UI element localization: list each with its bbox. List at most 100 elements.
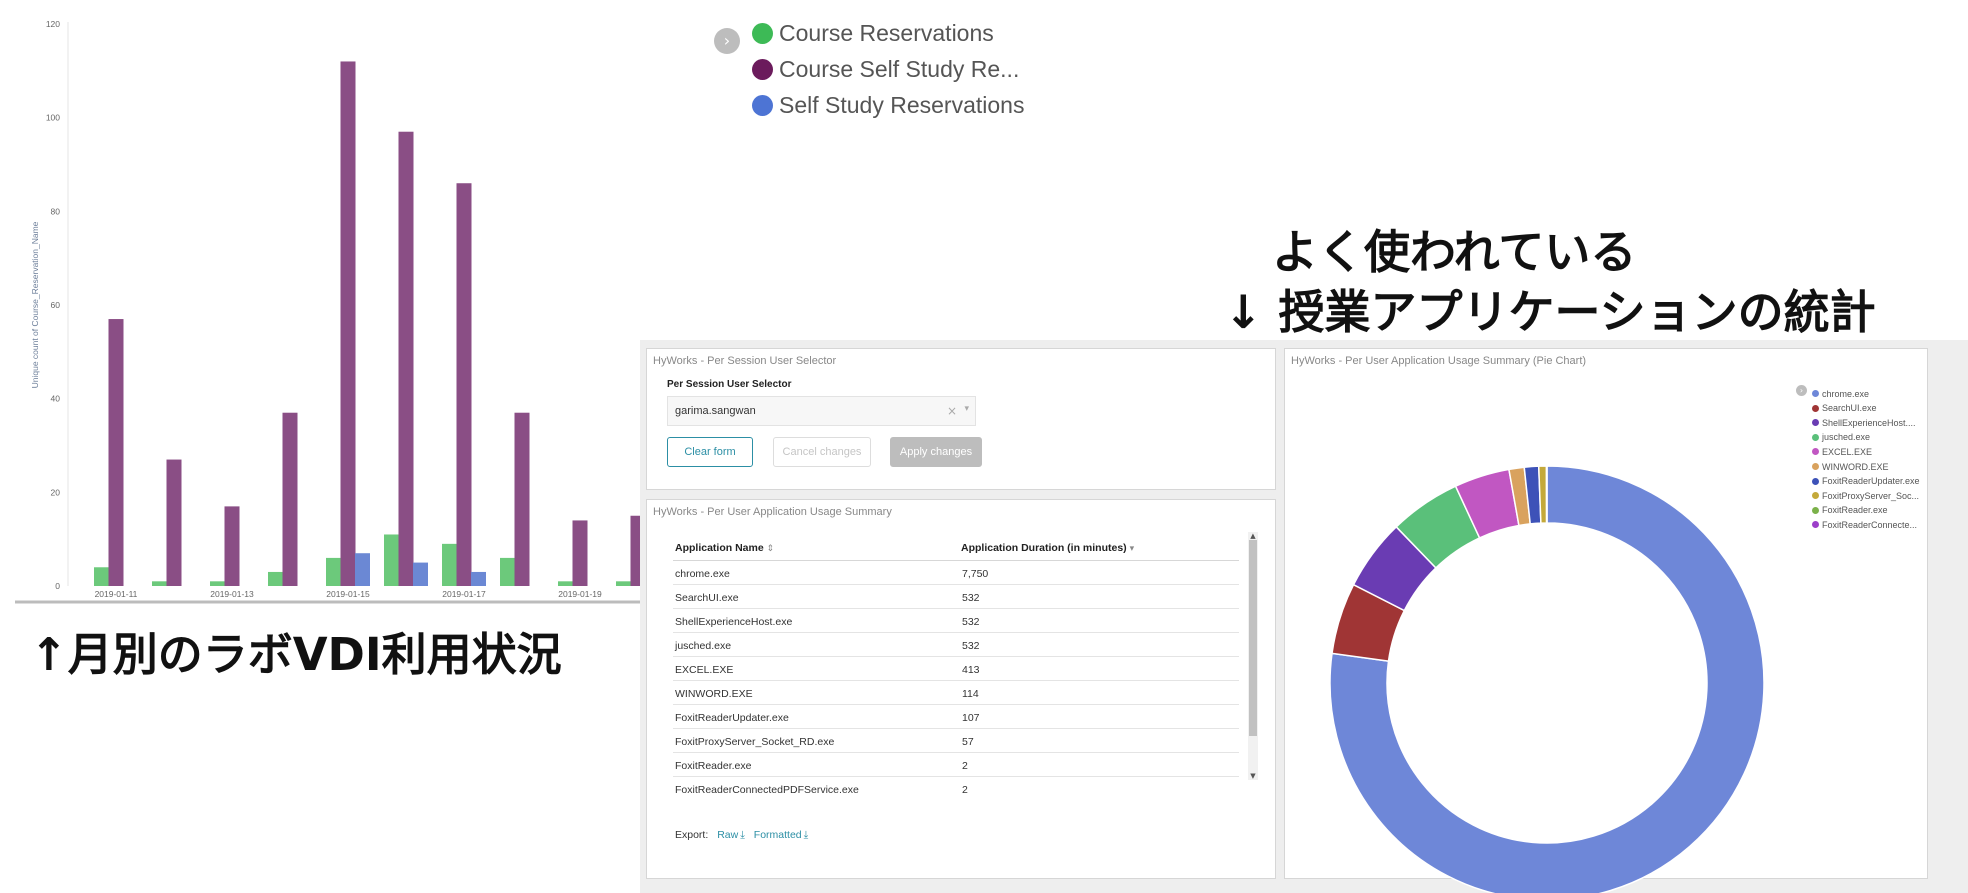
legend-item-course-self-study[interactable]: Course Self Study Re... bbox=[752, 56, 1019, 90]
bar-2019-01-20-series-0[interactable] bbox=[616, 581, 631, 586]
legend-dot bbox=[1812, 521, 1819, 529]
pie-legend-item[interactable]: EXCEL.EXE bbox=[1812, 441, 1872, 457]
table-row[interactable]: SearchUI.exe 532 bbox=[673, 585, 1239, 609]
legend-dot bbox=[1812, 492, 1819, 500]
pie-legend-label: FoxitReaderConnecte... bbox=[1822, 519, 1918, 530]
table-row[interactable]: FoxitProxyServer_Socket_RD.exe 57 bbox=[673, 729, 1239, 753]
app-name-cell: ShellExperienceHost.exe bbox=[675, 616, 793, 628]
bar-2019-01-12-series-0[interactable] bbox=[152, 581, 167, 586]
bar-2019-01-17-series-1[interactable] bbox=[456, 183, 472, 586]
scrollbar-thumb[interactable] bbox=[1249, 540, 1257, 736]
bar-2019-01-18-series-1[interactable] bbox=[514, 412, 530, 586]
pie-legend-item[interactable]: FoxitReaderUpdater.exe bbox=[1812, 471, 1920, 486]
bar-2019-01-16-series-1[interactable] bbox=[398, 131, 414, 586]
legend-toggle-icon[interactable]: › bbox=[1796, 385, 1807, 396]
table-row[interactable]: WINWORD.EXE 114 bbox=[673, 681, 1239, 705]
x-tick-label: 2019-01-15 bbox=[326, 589, 370, 599]
bar-2019-01-15-series-1[interactable] bbox=[340, 61, 356, 586]
legend-item-course-reservations[interactable]: Course Reservations bbox=[752, 20, 994, 54]
y-tick-label: 60 bbox=[51, 300, 61, 310]
panel-title: HyWorks - Per User Application Usage Sum… bbox=[1291, 355, 1587, 367]
pie-legend-item[interactable]: FoxitReader.exe bbox=[1812, 500, 1888, 515]
panel-title: HyWorks - Per User Application Usage Sum… bbox=[653, 506, 892, 518]
bar-2019-01-17-series-0[interactable] bbox=[442, 543, 457, 586]
app-name-cell: WINWORD.EXE bbox=[675, 688, 753, 700]
legend-dot bbox=[752, 23, 773, 44]
table-row[interactable]: chrome.exe 7,750 bbox=[673, 561, 1239, 585]
pie-legend-item[interactable]: chrome.exe bbox=[1812, 383, 1869, 399]
bar-2019-01-19-series-0[interactable] bbox=[558, 581, 573, 586]
column-header-label: Application Name bbox=[675, 542, 764, 554]
legend-dot bbox=[1812, 404, 1819, 412]
x-tick-label: 2019-01-19 bbox=[558, 589, 602, 599]
legend-item-self-study[interactable]: Self Study Reservations bbox=[752, 92, 1024, 126]
download-icon: ⤓ bbox=[803, 829, 809, 841]
sort-icon[interactable]: ⇕ bbox=[767, 543, 775, 553]
app-name-cell: FoxitProxyServer_Socket_RD.exe bbox=[675, 736, 835, 748]
bar-2019-01-14-series-1[interactable] bbox=[282, 412, 298, 586]
legend-dot bbox=[1812, 390, 1819, 397]
user-select-dropdown[interactable]: garima.sangwan × ▾ bbox=[667, 396, 976, 426]
column-header-application-name[interactable]: Application Name ⇕ bbox=[675, 542, 774, 554]
bar-2019-01-13-series-1[interactable] bbox=[224, 506, 240, 586]
app-duration-cell: 532 bbox=[962, 640, 980, 652]
bar-2019-01-16-series-0[interactable] bbox=[384, 534, 399, 586]
table-row[interactable]: jusched.exe 532 bbox=[673, 633, 1239, 657]
bar-2019-01-16-series-2[interactable] bbox=[413, 562, 428, 586]
bar-2019-01-11-series-0[interactable] bbox=[94, 567, 109, 586]
pie-legend-item[interactable]: ShellExperienceHost.... bbox=[1812, 412, 1916, 428]
table-row[interactable]: ShellExperienceHost.exe 532 bbox=[673, 609, 1239, 633]
bar-2019-01-19-series-1[interactable] bbox=[572, 520, 588, 586]
legend-dot bbox=[752, 95, 773, 116]
pie-legend-item[interactable]: jusched.exe bbox=[1812, 427, 1870, 442]
x-tick-label: 2019-01-17 bbox=[442, 589, 486, 599]
apply-changes-button[interactable]: Apply changes bbox=[890, 437, 982, 467]
clear-form-button[interactable]: Clear form bbox=[667, 437, 753, 467]
download-icon: ⤓ bbox=[740, 829, 745, 841]
bar-2019-01-13-series-0[interactable] bbox=[210, 581, 225, 586]
bar-2019-01-14-series-0[interactable] bbox=[268, 571, 283, 586]
bar-2019-01-12-series-1[interactable] bbox=[166, 459, 182, 586]
user-selector-panel: HyWorks - Per Session User Selector Per … bbox=[646, 348, 1276, 490]
monthly-usage-caption: ↑月別のラボVDI利用状況 bbox=[30, 628, 562, 681]
app-name-cell: SearchUI.exe bbox=[675, 592, 739, 604]
table-scrollbar[interactable]: ▲ ▼ bbox=[1248, 532, 1258, 780]
bar-2019-01-11-series-1[interactable] bbox=[108, 319, 124, 586]
export-formatted-label: Formatted bbox=[753, 829, 802, 841]
app-name-cell: FoxitReader.exe bbox=[675, 760, 752, 772]
pie-legend-item[interactable]: WINWORD.EXE bbox=[1812, 456, 1889, 472]
clear-selection-icon[interactable]: × bbox=[947, 404, 957, 418]
legend-dot bbox=[1812, 506, 1819, 514]
table-row[interactable]: FoxitReader.exe 2 bbox=[673, 753, 1239, 777]
bar-2019-01-17-series-2[interactable] bbox=[471, 571, 486, 586]
legend-toggle-icon[interactable]: › bbox=[714, 28, 740, 54]
chevron-down-icon[interactable]: ▾ bbox=[964, 404, 969, 414]
app-name-cell: EXCEL.EXE bbox=[675, 664, 734, 676]
column-header-label: Application Duration (in minutes) bbox=[961, 542, 1127, 554]
scroll-up-arrow-icon[interactable]: ▲ bbox=[1249, 532, 1257, 540]
app-duration-cell: 114 bbox=[962, 688, 979, 700]
export-formatted-link[interactable]: Formatted ⤓ bbox=[754, 829, 809, 841]
bar-2019-01-15-series-2[interactable] bbox=[355, 553, 370, 586]
scroll-down-arrow-icon[interactable]: ▼ bbox=[1249, 772, 1257, 780]
bar-2019-01-18-series-0[interactable] bbox=[500, 557, 515, 586]
pie-legend-item[interactable]: FoxitReaderConnecte... bbox=[1812, 514, 1918, 530]
usage-summary-panel: HyWorks - Per User Application Usage Sum… bbox=[646, 499, 1276, 879]
y-tick-label: 80 bbox=[51, 206, 61, 216]
legend-label: Course Reservations bbox=[779, 20, 994, 46]
table-row[interactable]: FoxitReaderConnectedPDFService.exe 2 bbox=[673, 777, 1239, 801]
pie-legend-item[interactable]: SearchUI.exe bbox=[1812, 398, 1877, 413]
pie-legend-item[interactable]: FoxitProxyServer_Soc... bbox=[1812, 485, 1919, 501]
popular-apps-caption-line1: よく使われている bbox=[1272, 225, 1637, 279]
table-row[interactable]: FoxitReaderUpdater.exe 107 bbox=[673, 705, 1239, 729]
cancel-changes-button[interactable]: Cancel changes bbox=[773, 437, 871, 467]
bar-2019-01-15-series-0[interactable] bbox=[326, 557, 341, 586]
export-bar: Export: Raw ⤓ Formatted ⤓ bbox=[675, 829, 808, 842]
app-duration-cell: 2 bbox=[962, 784, 968, 796]
column-header-application-duration[interactable]: Application Duration (in minutes) ▾ bbox=[961, 542, 1134, 554]
sort-desc-icon[interactable]: ▾ bbox=[1130, 543, 1135, 553]
export-raw-link[interactable]: Raw ⤓ bbox=[717, 829, 745, 841]
legend-dot bbox=[1812, 419, 1819, 427]
table-row[interactable]: EXCEL.EXE 413 bbox=[673, 657, 1239, 681]
app-name-cell: chrome.exe bbox=[675, 568, 730, 580]
